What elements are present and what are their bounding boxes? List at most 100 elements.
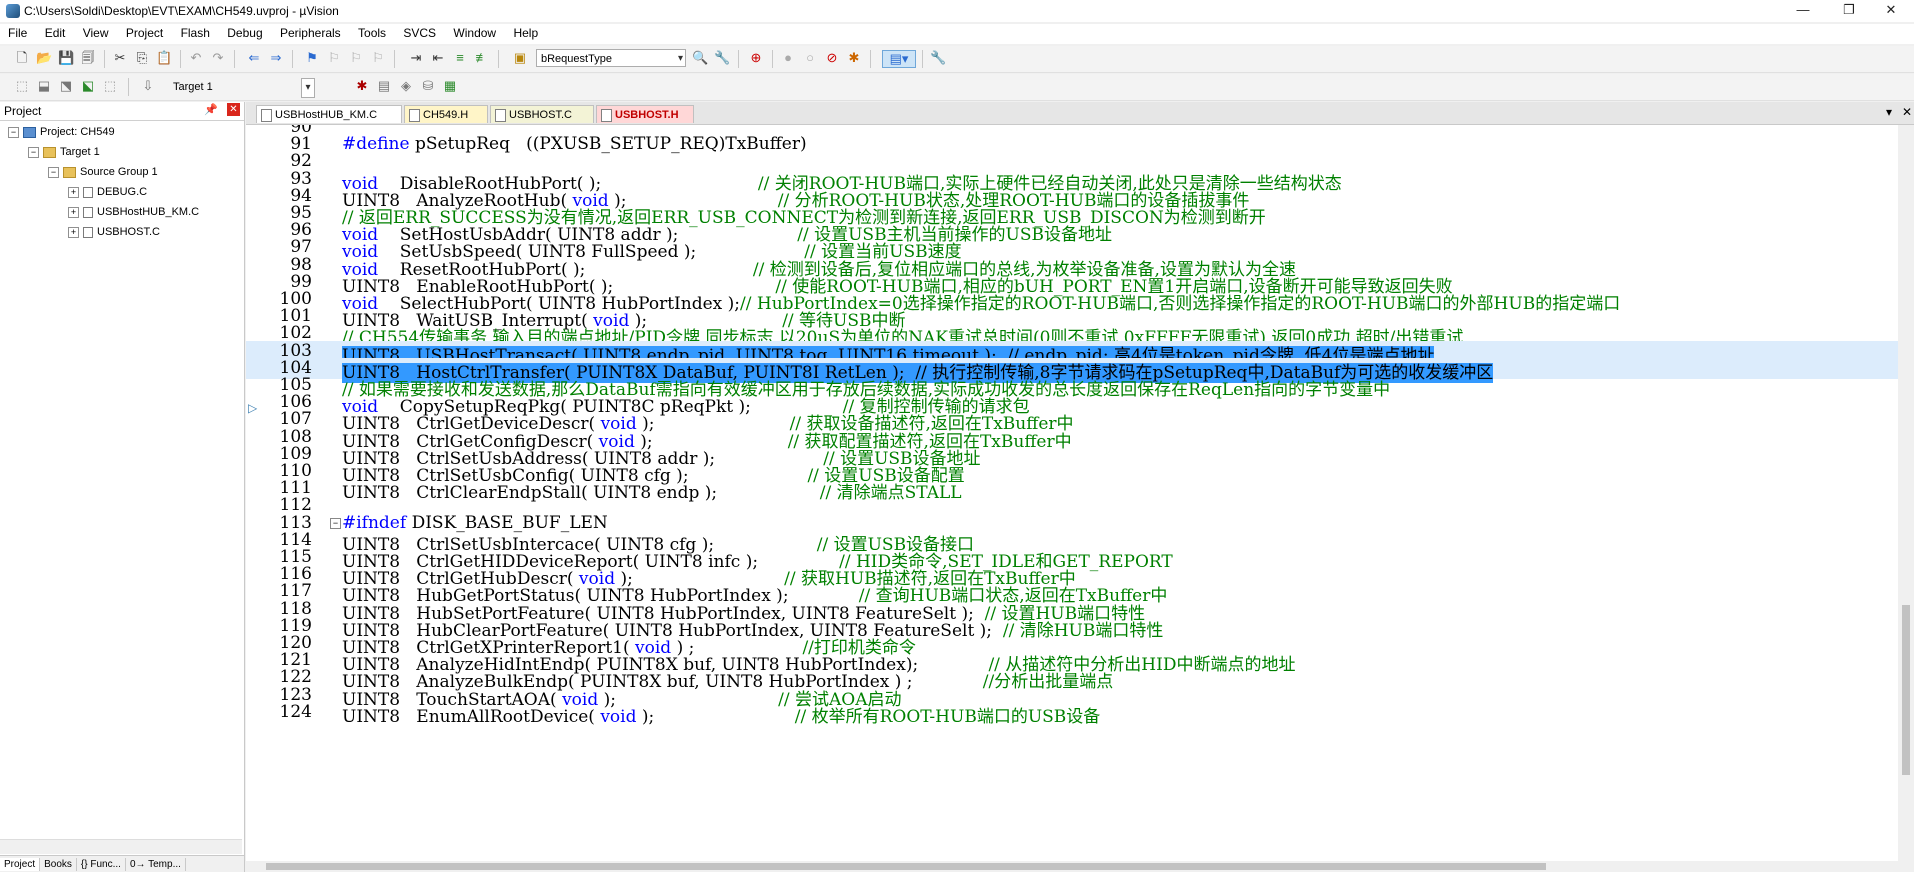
disable-breakpoint-icon[interactable]: ○ [802, 50, 818, 66]
paste-icon[interactable]: 📋 [156, 50, 172, 66]
bookmark-icon[interactable]: ⚑ [304, 50, 320, 66]
menu-flash[interactable]: Flash [173, 24, 216, 40]
collapse-icon[interactable]: − [48, 166, 59, 178]
find-replace-icon[interactable]: 🔧 [714, 50, 730, 66]
uncomment-icon[interactable]: ≢ [474, 50, 490, 66]
tab-usbhost-h[interactable]: USBHOST.H [596, 105, 694, 123]
tab-label: CH549.H [423, 109, 469, 121]
tab-usbhosthub-km-c[interactable]: USBHostHUB_KM.C [256, 105, 402, 123]
configure-icon[interactable]: 🔧 [930, 50, 946, 66]
menu-edit[interactable]: Edit [37, 24, 72, 40]
find-combo[interactable]: bRequestType ▾ [536, 49, 686, 67]
tab-templates[interactable]: 0→ Temp... [126, 858, 186, 871]
chevron-down-icon: ▾ [301, 78, 315, 98]
tree-item-file[interactable]: + USBHOST.C [68, 226, 160, 238]
kill-breakpoints-icon[interactable]: ✱ [846, 50, 862, 66]
target-combo-value: Target 1 [173, 81, 213, 93]
next-bookmark-icon[interactable]: ⚐ [348, 50, 364, 66]
stop-build-icon[interactable]: ⬚ [102, 78, 118, 94]
target-options-icon[interactable]: ✱ [354, 78, 370, 94]
project-hscrollbar[interactable] [0, 839, 242, 854]
indent-icon[interactable]: ⇥ [408, 50, 424, 66]
expand-icon[interactable]: + [68, 206, 79, 218]
expand-icon[interactable]: + [68, 226, 79, 238]
menu-window[interactable]: Window [445, 24, 502, 40]
comment-icon[interactable]: ≡ [452, 50, 468, 66]
project-pane-title: Project [4, 104, 42, 118]
code-editor[interactable]: ▷ 90 91 #define pSetupReq ((PXUSB_SETUP_RE… [246, 125, 1914, 861]
breakpoint-icon[interactable]: ● [780, 50, 796, 66]
tree-item-label: Target 1 [60, 146, 100, 158]
menu-debug[interactable]: Debug [219, 24, 268, 40]
pin-icon[interactable]: 📌 [204, 103, 218, 116]
menu-help[interactable]: Help [505, 24, 544, 40]
tab-functions[interactable]: {} Func... [77, 858, 126, 871]
disable-all-breakpoints-icon[interactable]: ⊘ [824, 50, 840, 66]
translate-icon[interactable]: ⬚ [14, 78, 30, 94]
code-text: UINT8 EnumAllRootDevice( void ); // 枚举所有… [342, 706, 1101, 727]
menu-view[interactable]: View [75, 24, 115, 40]
new-file-icon[interactable]: 🗋 [14, 50, 30, 66]
fold-collapse-icon[interactable]: − [330, 517, 341, 529]
collapse-icon[interactable]: − [28, 146, 39, 158]
open-file-icon[interactable]: 📂 [36, 50, 52, 66]
tree-item-project[interactable]: − Project: CH549 [8, 126, 115, 138]
hscroll-thumb[interactable] [266, 863, 1546, 870]
expand-icon[interactable]: + [68, 186, 79, 198]
clear-bookmarks-icon[interactable]: ⚐ [370, 50, 386, 66]
save-icon[interactable]: 💾 [58, 50, 74, 66]
tree-item-target[interactable]: − Target 1 [28, 146, 100, 158]
window-layout-icon[interactable]: ▤▾ [882, 50, 916, 68]
undo-icon[interactable]: ↶ [188, 50, 204, 66]
redo-icon[interactable]: ↷ [210, 50, 226, 66]
nav-forward-icon[interactable]: ⇒ [268, 50, 284, 66]
prev-bookmark-icon[interactable]: ⚐ [326, 50, 342, 66]
manage-components-icon[interactable]: ◈ [398, 78, 414, 94]
menu-tools[interactable]: Tools [350, 24, 392, 40]
minimize-button[interactable]: — [1780, 0, 1826, 22]
rebuild-icon[interactable]: ⬔ [58, 78, 74, 94]
tab-project[interactable]: Project [0, 858, 41, 871]
tree-item-file[interactable]: + USBHostHUB_KM.C [68, 206, 199, 218]
build-icon[interactable]: ⬓ [36, 78, 52, 94]
menu-peripherals[interactable]: Peripherals [272, 24, 347, 40]
tab-usbhost-c[interactable]: USBHOST.C [490, 105, 594, 123]
file-extensions-icon[interactable]: ▤ [376, 78, 392, 94]
incremental-find-icon[interactable]: 🔍 [692, 50, 708, 66]
menu-file[interactable]: File [0, 24, 33, 40]
tab-list-icon[interactable]: ▾ [1886, 105, 1892, 119]
tab-books[interactable]: Books [40, 858, 77, 871]
file-toolbar: 🗋 📂 💾 🗐 ✂ ⎘ 📋 ↶ ↷ ⇐ ⇒ ⚑ ⚐ ⚐ ⚐ ⇥ ⇤ ≡ ≢ ▣ … [0, 46, 1914, 73]
file-icon [83, 226, 93, 238]
target-folder-icon [43, 146, 56, 158]
close-tab-icon[interactable]: ✕ [1902, 105, 1912, 119]
menu-project[interactable]: Project [118, 24, 169, 40]
file-icon [601, 109, 612, 122]
unindent-icon[interactable]: ⇤ [430, 50, 446, 66]
pack-installer-icon[interactable]: ▦ [442, 78, 458, 94]
editor-hscrollbar[interactable] [246, 861, 1914, 872]
batch-build-icon[interactable]: ⬕ [80, 78, 96, 94]
find-in-files-icon[interactable]: ▣ [512, 50, 528, 66]
vscroll-thumb[interactable] [1902, 605, 1910, 775]
download-icon[interactable]: ⇩ [140, 78, 156, 94]
select-packs-icon[interactable]: ⛁ [420, 78, 436, 94]
editor-vscrollbar[interactable] [1898, 125, 1914, 861]
tab-ch549-h[interactable]: CH549.H [404, 105, 488, 123]
project-pane-header: Project 📌 ✕ [0, 102, 244, 121]
tree-item-group[interactable]: − Source Group 1 [48, 166, 158, 178]
code-line[interactable]: 124 UINT8 EnumAllRootDevice( void ); // 枚… [246, 702, 1914, 727]
nav-back-icon[interactable]: ⇐ [246, 50, 262, 66]
restore-button[interactable]: ❐ [1826, 0, 1872, 22]
target-combo[interactable]: Target 1 ▾ [168, 77, 316, 98]
copy-icon[interactable]: ⎘ [134, 50, 150, 66]
project-pane-tabs: Project Books{} Func... 0→ Temp... [0, 855, 244, 872]
start-debug-icon[interactable]: ⊕ [748, 50, 764, 66]
tree-item-file[interactable]: + DEBUG.C [68, 186, 147, 198]
close-button[interactable]: ✕ [1868, 0, 1914, 22]
collapse-icon[interactable]: − [8, 126, 19, 138]
save-all-icon[interactable]: 🗐 [80, 50, 96, 66]
cut-icon[interactable]: ✂ [112, 50, 128, 66]
menu-svcs[interactable]: SVCS [395, 24, 442, 40]
close-pane-icon[interactable]: ✕ [227, 103, 240, 116]
